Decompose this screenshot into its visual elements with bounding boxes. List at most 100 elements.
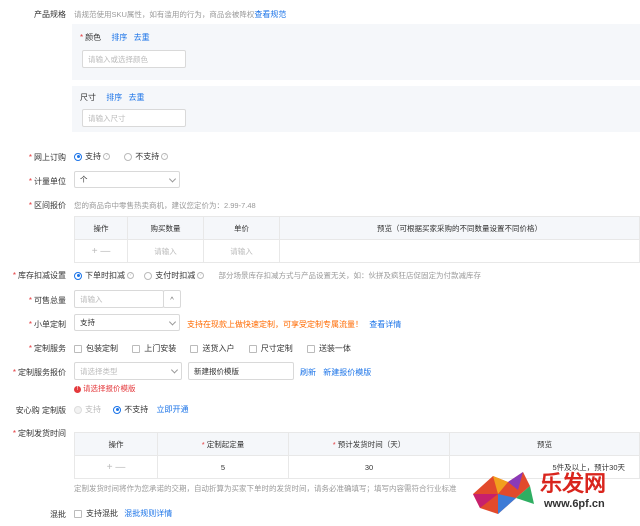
custom-service-label: 定制服务 [0,343,66,354]
col-preview: 预览（可根据买家采购的不同数量设置不同价格） [279,216,640,240]
radio-selected-icon [74,271,82,280]
quote-type-placeholder: 请选择类型 [80,366,118,376]
available-label: 可售总量 [0,295,66,306]
range-price-label: 区间报价 [0,200,66,211]
small-custom-value: 支持 [80,318,95,327]
unit-select[interactable]: 个 [74,171,180,188]
size-label: 尺寸 [80,93,96,102]
unit-value: 个 [80,175,88,184]
radio-disabled-icon [74,405,82,414]
checkbox-icon [74,344,82,353]
custom-delivery-label: 定制发货时间 [0,428,66,439]
remove-row-button[interactable]: — [115,462,125,473]
product-spec-hint: 请规范使用SKU属性，如有滥用的行为，商品会被降权 [74,10,255,19]
online-order-no[interactable]: 不支持? [124,152,169,161]
stock-order-option[interactable]: 下单时扣减? [74,271,134,280]
anxin-support-option[interactable]: 支持 [74,405,101,414]
help-icon: ? [103,153,110,161]
checkbox-icon [190,344,199,353]
mixed-label: 混批 [50,510,66,519]
help-icon: ? [161,153,169,161]
chevron-down-icon [168,174,177,183]
col-price: 单价 [203,216,280,240]
product-spec-label: 产品规格 [34,10,66,19]
help-icon: ? [127,272,134,280]
color-dedupe-link[interactable]: 去重 [134,33,150,42]
stock-pay-option[interactable]: 支付时扣减? [144,271,205,280]
add-row-button[interactable]: + [92,246,98,257]
size-input[interactable]: 请输入尺寸 [82,109,186,127]
col-op: 操作 [74,432,158,456]
help-icon: ? [197,272,205,280]
checkbox-icon [306,344,315,353]
col-start-qty: 定制起定量 [157,432,289,456]
checkbox-icon [74,509,82,518]
add-row-button[interactable]: + [107,462,113,473]
color-sort-link[interactable]: 排序 [111,33,127,42]
size-header: 尺寸 排序 去重 [80,92,144,103]
custom-service-option[interactable]: 送货入户 [190,344,234,353]
start-qty-input[interactable]: 5 [157,455,289,479]
price-input[interactable]: 请输入 [203,239,280,263]
small-custom-detail-link[interactable]: 查看详情 [369,320,401,329]
color-input[interactable]: 请输入或选择颜色 [82,50,186,68]
fox-logo-icon [473,472,534,514]
new-template-link[interactable]: 新建报价模版 [323,368,371,377]
anxin-no-support-option[interactable]: 不支持 [113,405,148,414]
col-preview: 预览 [449,432,640,456]
size-dedupe-link[interactable]: 去重 [128,93,144,102]
stock-hint: 部分场景库存扣减方式与产品设置无关，如：伙拼及疯狂店促固定为付款减库存 [218,271,481,280]
remove-row-button[interactable]: — [100,246,110,257]
small-custom-promo-text: 支持在现款上做快速定制，可享受定制专属流量！ [187,320,363,329]
small-custom-select[interactable]: 支持 [74,314,180,331]
online-order-label: 网上订购 [0,152,66,163]
mixed-options: 支持混批 混批规则详情 [74,508,172,519]
col-op: 操作 [74,216,128,240]
checkbox-icon [132,344,141,353]
small-custom-promo: 支持在现款上做快速定制，可享受定制专属流量！ 查看详情 [187,319,401,330]
col-qty: 购买数量 [127,216,204,240]
size-sort-link[interactable]: 排序 [106,93,122,102]
quote-links: 刷新 新建报价模版 [300,367,371,378]
quote-error-text: 请选择报价模版 [83,384,136,393]
radio-icon [144,271,153,280]
chevron-down-icon [170,366,179,374]
quote-type-select[interactable]: 请选择类型 [74,362,182,380]
color-label: 颜色 [80,33,101,42]
custom-delivery-hint: 定制发货时间将作为您承诺的交期，自动折算为买家下单时的发货时间，请务必准确填写；… [74,484,457,493]
stepper-up-icon[interactable]: ^ [163,290,181,308]
range-price-table: 操作 购买数量 单价 预览（可根据买家采购的不同数量设置不同价格） + — 请输… [74,216,640,263]
available-input[interactable]: 请输入 [74,290,164,308]
days-input[interactable]: 30 [288,455,450,479]
error-icon: ! [74,385,81,393]
custom-service-option[interactable]: 尺寸定制 [248,344,293,353]
watermark-logo: 乐发网 www.6pf.cn [468,462,638,524]
quote-template-select[interactable]: 新建报价模版 [188,362,294,380]
custom-service-option[interactable]: 送装一体 [306,344,351,353]
unit-label: 计量单位 [0,176,66,187]
watermark-url: www.6pf.cn [544,498,605,510]
preview-cell [279,239,640,263]
custom-service-option[interactable]: 包装定制 [74,344,118,353]
anxin-open-link[interactable]: 立即开通 [156,405,188,414]
custom-service-option[interactable]: 上门安装 [132,344,176,353]
small-custom-label: 小单定制 [0,319,66,330]
mixed-rules-link[interactable]: 混批规则详情 [124,509,172,518]
stock-options: 下单时扣减? 支付时扣减? 部分场景库存扣减方式与产品设置无关，如：伙拼及疯狂店… [74,270,481,281]
color-header: 颜色 排序 去重 [80,32,150,43]
quote-error: ! 请选择报价模版 [74,383,136,394]
radio-icon [124,152,133,161]
online-order-yes[interactable]: 支持? [74,152,110,161]
chevron-down-icon [168,317,177,326]
view-spec-link[interactable]: 查看规范 [254,10,286,19]
col-days: 预计发货时间（天） [288,432,450,456]
radio-selected-icon [74,152,82,161]
mixed-checkbox[interactable]: 支持混批 [74,509,118,518]
anxin-label: 安心购 定制版 [15,406,66,415]
watermark-text: 乐发网 [540,471,607,497]
range-op-cell: + — [74,239,128,263]
stock-label: 库存扣减设置 [0,270,66,281]
refresh-link[interactable]: 刷新 [300,368,316,377]
range-price-hint: 您的商品命中零售热卖商机，建议您定价为：2.99-7.48 [74,201,256,210]
qty-input[interactable]: 请输入 [127,239,204,263]
